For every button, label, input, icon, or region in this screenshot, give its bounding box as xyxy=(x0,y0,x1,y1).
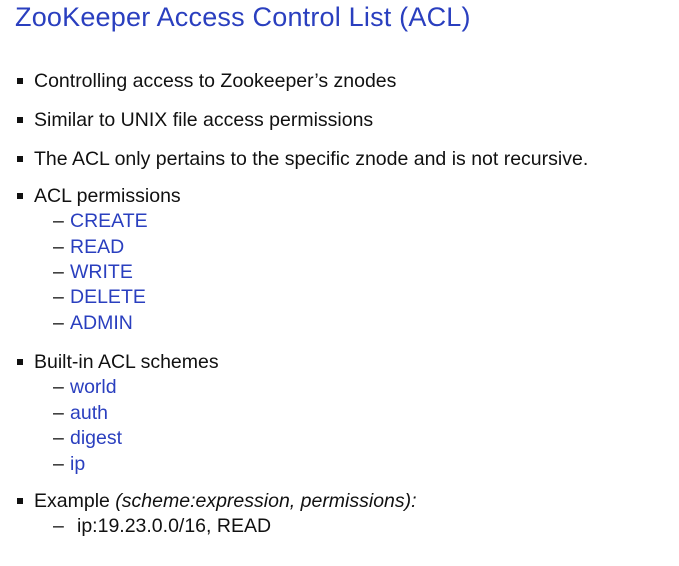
example-label: Example xyxy=(34,490,116,512)
bullet-marker xyxy=(17,498,23,504)
dash-marker: – xyxy=(53,312,64,334)
example-format: (scheme:expression, permissions): xyxy=(115,490,417,512)
example-text: Example (scheme:expression, permissions)… xyxy=(34,488,417,514)
bullet-text: Built-in ACL schemes xyxy=(34,351,219,373)
dash-marker: – xyxy=(53,236,64,258)
permission-label: WRITE xyxy=(70,261,133,283)
dash-marker: – xyxy=(53,427,64,449)
scheme-label: digest xyxy=(70,427,123,449)
scheme-label: ip xyxy=(70,453,86,475)
permission-label: DELETE xyxy=(70,286,146,308)
bullet-marker xyxy=(17,359,23,365)
bullet-marker xyxy=(17,193,23,199)
bullet-text: The ACL only pertains to the specific zn… xyxy=(34,148,589,170)
dash-marker: – xyxy=(53,210,64,232)
dash-marker: – xyxy=(53,286,64,308)
slide-title: ZooKeeper Access Control List (ACL) xyxy=(15,2,471,32)
bullet-text: ACL permissions xyxy=(34,185,181,207)
dash-marker: – xyxy=(53,402,64,424)
scheme-label: auth xyxy=(70,402,108,424)
dash-marker: – xyxy=(53,453,64,475)
dash-marker: – xyxy=(53,515,64,537)
permission-label: CREATE xyxy=(70,210,148,232)
bullet-marker xyxy=(17,78,23,84)
permission-label: READ xyxy=(70,236,125,258)
scheme-label: world xyxy=(70,376,117,398)
bullet-text: Similar to UNIX file access permissions xyxy=(34,109,374,131)
permission-label: ADMIN xyxy=(70,312,133,334)
dash-marker: – xyxy=(53,261,64,283)
slide: ZooKeeper Access Control List (ACL) Cont… xyxy=(0,0,679,566)
bullet-marker xyxy=(17,156,23,162)
dash-marker: – xyxy=(53,376,64,398)
bullet-text: Controlling access to Zookeeper’s znodes xyxy=(34,70,397,92)
bullet-marker xyxy=(17,117,23,123)
example-value: ip:19.23.0.0/16, READ xyxy=(77,515,272,537)
